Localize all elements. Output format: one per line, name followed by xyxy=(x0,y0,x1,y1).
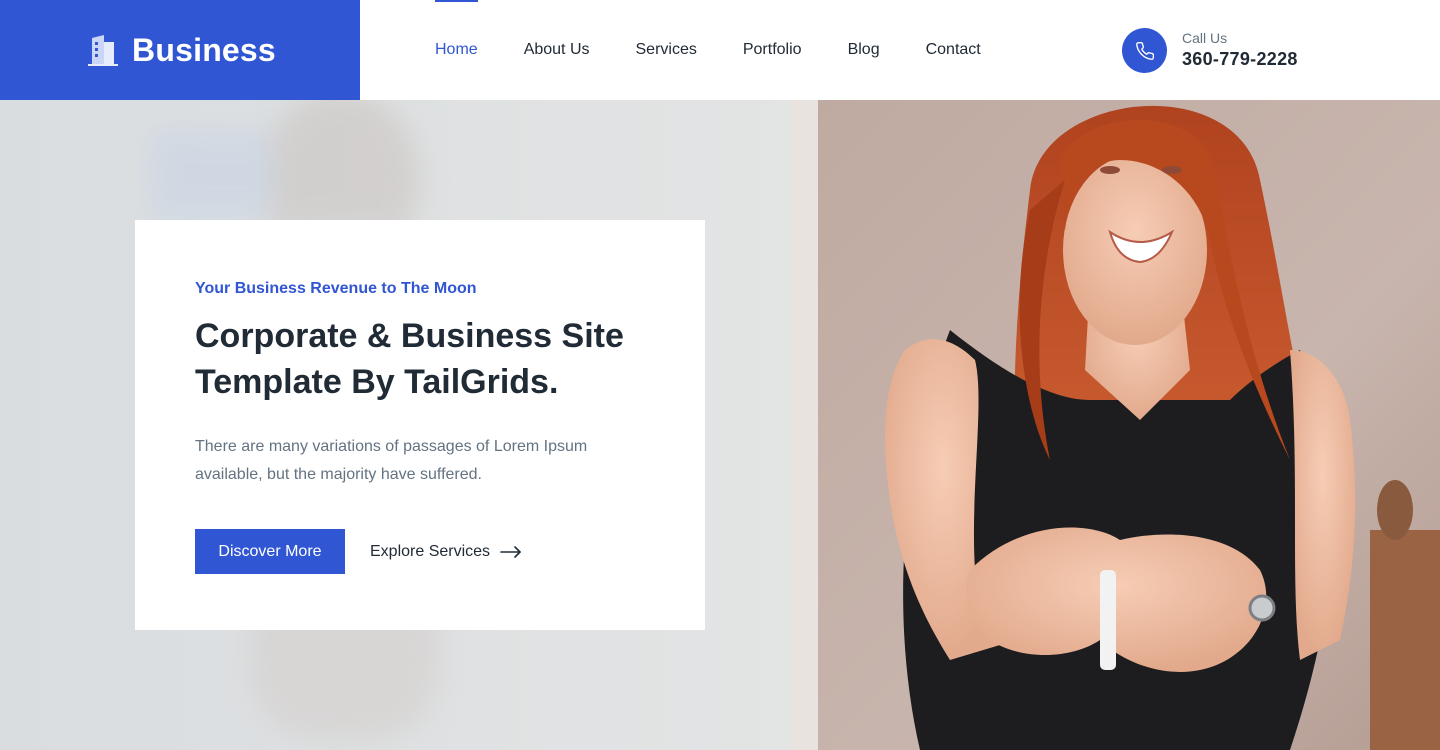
hero-title-line-1: Corporate & Business Site xyxy=(195,317,624,355)
nav-item-portfolio[interactable]: Portfolio xyxy=(743,0,802,100)
call-label: Call Us xyxy=(1182,30,1228,46)
building-icon xyxy=(88,35,119,66)
brand-logo[interactable]: Business xyxy=(0,0,360,100)
brand-name: Business xyxy=(132,31,276,68)
discover-more-button[interactable]: Discover More xyxy=(195,529,345,574)
main-nav: Home About Us Services Portfolio Blog Co… xyxy=(435,0,1027,100)
hero-description: There are many variations of passages of… xyxy=(195,438,588,483)
hero-card: Your Business Revenue to The Moon Corpor… xyxy=(135,220,705,630)
call-us[interactable]: Call Us 360-779-2228 xyxy=(1122,28,1298,73)
call-number[interactable]: 360-779-2228 xyxy=(1182,47,1298,71)
phone-icon xyxy=(1122,28,1167,73)
nav-item-contact[interactable]: Contact xyxy=(926,0,981,100)
hero-title: Corporate & Business Site Template By Ta… xyxy=(195,313,645,405)
hero-kicker: Your Business Revenue to The Moon xyxy=(195,280,477,297)
hero-section: Your Business Revenue to The Moon Corpor… xyxy=(0,100,1440,750)
nav-item-home[interactable]: Home xyxy=(435,0,478,100)
nav-item-blog[interactable]: Blog xyxy=(848,0,880,100)
nav-item-services[interactable]: Services xyxy=(636,0,697,100)
hero-title-line-2: Template By TailGrids. xyxy=(195,363,559,401)
arrow-right-icon xyxy=(500,545,521,558)
explore-services-label: Explore Services xyxy=(370,542,491,560)
nav-item-about-us[interactable]: About Us xyxy=(524,0,590,100)
site-header: Business Home About Us Services Portfoli… xyxy=(0,0,1440,100)
call-text: Call Us 360-779-2228 xyxy=(1182,30,1298,71)
explore-services-link[interactable]: Explore Services xyxy=(370,543,522,561)
hero-cta-row: Discover More Explore Services xyxy=(195,529,645,574)
